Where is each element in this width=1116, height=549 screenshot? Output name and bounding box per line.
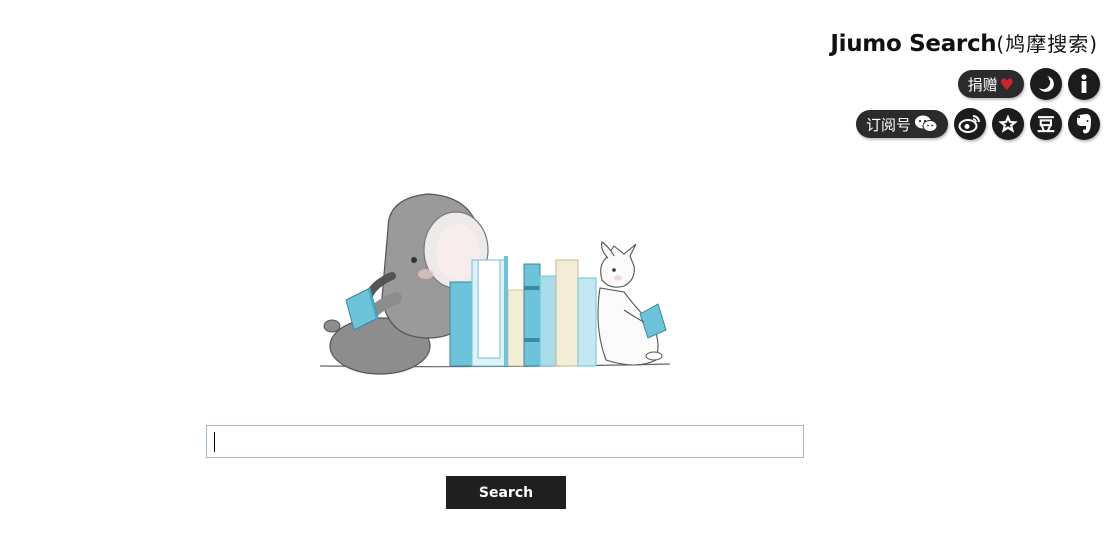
evernote-button[interactable] [1068,108,1100,140]
reading-animals-illustration [319,193,671,375]
star-icon [998,114,1018,133]
bookshelf-books [449,256,597,367]
info-button[interactable] [1068,68,1100,100]
search-input[interactable] [206,425,804,458]
site-title-name: Jiumo Search [830,31,997,57]
search-button[interactable]: Search [446,476,566,509]
moon-icon [1039,76,1054,92]
subscribe-button[interactable]: 订阅号 [855,110,948,138]
site-title[interactable]: Jiumo Search(鸠摩搜索) [830,28,1098,57]
favorite-button[interactable] [992,108,1024,140]
donate-button[interactable]: 捐赠 ♥ [957,70,1024,98]
night-mode-button[interactable] [1030,68,1062,100]
page: Jiumo Search(鸠摩搜索) 捐赠 ♥ 订阅号 豆 Search [0,0,1116,549]
text-cursor [214,432,215,452]
header-actions-row-1: 捐赠 ♥ [957,68,1100,100]
evernote-icon [1077,114,1091,134]
site-title-cn: (鸠摩搜索) [996,32,1098,56]
heart-icon: ♥ [999,74,1014,94]
info-icon [1081,74,1087,93]
douban-button[interactable]: 豆 [1030,108,1062,140]
subscribe-label: 订阅号 [865,115,911,134]
rabbit-figure [597,241,667,366]
header-actions-row-2: 订阅号 豆 [855,108,1100,140]
donate-label: 捐赠 [967,75,998,94]
wechat-icon [915,115,938,132]
weibo-button[interactable] [954,108,986,140]
douban-icon: 豆 [1037,115,1055,136]
weibo-icon [958,115,980,133]
